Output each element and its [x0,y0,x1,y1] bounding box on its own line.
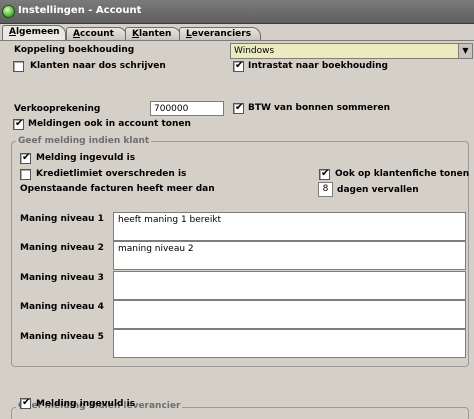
krediet-label: Kredietlimiet overschreden is [36,169,187,179]
tab-account[interactable]: Account [66,27,127,41]
tab-algemeen[interactable]: Algemeen [2,25,66,41]
koppeling-value: Windows [234,46,275,56]
tab-leveranciers[interactable]: Leveranciers [179,27,261,41]
klant-ingevuld-label: Melding ingevuld is [36,153,136,163]
klant-ingevuld-checkbox[interactable]: ✔ [20,152,31,164]
meldingen-label: Meldingen ook in account tonen [28,119,191,129]
tab-mnemonic: A [9,27,16,37]
btw-label: BTW van bonnen sommeren [248,103,390,113]
chevron-down-icon[interactable]: ▼ [458,44,472,58]
maning-2-textarea[interactable]: maning niveau 2 [113,241,466,270]
leverancier-ingevuld-label: Melding ingevuld is [36,399,136,409]
window-title: Instellingen - Account [18,5,142,16]
checkmark-icon: ✔ [235,102,244,113]
klant-group-legend: Geef melding indien klant [16,136,152,146]
checkmark-icon: ✔ [321,168,330,179]
maning-5-textarea[interactable] [113,329,466,358]
facturen-days-input[interactable]: 8 [318,182,333,197]
maning-1-label: Maning niveau 1 [20,214,104,224]
tab-klanten[interactable]: Klanten [125,27,181,41]
meldingen-checkbox[interactable]: ✔ [13,118,24,130]
tab-label: ccount [79,29,114,39]
koppeling-label: Koppeling boekhouding [14,45,135,55]
btw-checkbox[interactable]: ✔ [233,102,244,114]
verkooprekening-input[interactable]: 700000 [150,101,224,116]
app-globe-icon [2,5,15,18]
facturen-label: Openstaande facturen heeft meer dan [20,184,215,194]
intrastat-label: Intrastat naar boekhouding [248,61,388,71]
tab-label: lgemeen [15,27,60,37]
algemeen-panel: Koppeling boekhouding Windows ▼ Klanten … [0,41,474,419]
maning-5-label: Maning niveau 5 [20,332,104,342]
tab-label: everanciers [191,29,252,39]
intrastat-checkbox[interactable]: ✔ [233,60,244,72]
checkmark-icon: ✔ [15,118,24,129]
maning-3-textarea[interactable] [113,271,466,300]
tab-mnemonic: A [73,29,80,39]
maning-4-textarea[interactable] [113,300,466,329]
klanten-dos-label: Klanten naar dos schrijven [30,61,166,71]
window-titlebar[interactable]: Instellingen - Account [0,0,474,24]
maning-2-label: Maning niveau 2 [20,243,104,253]
klantenfiche-label: Ook op klantenfiche tonen [335,169,470,179]
maning-4-label: Maning niveau 4 [20,302,104,312]
maning-3-label: Maning niveau 3 [20,273,104,283]
tab-label: lanten [138,29,172,39]
checkmark-icon: ✔ [235,60,244,71]
leverancier-ingevuld-checkbox[interactable]: ✔ [20,397,31,409]
klantenfiche-checkbox[interactable]: ✔ [319,168,330,180]
tab-strip: Algemeen Account Klanten Leveranciers [0,24,474,41]
checkmark-icon: ✔ [22,397,31,408]
checkmark-icon: ✔ [22,152,31,163]
verkooprekening-label: Verkooprekening [14,104,101,114]
dagen-label: dagen vervallen [337,185,419,195]
tab-mnemonic: K [132,29,139,39]
maning-1-textarea[interactable]: heeft maning 1 bereikt [113,212,466,241]
krediet-checkbox[interactable] [20,169,31,180]
koppeling-select[interactable]: Windows ▼ [230,43,473,59]
klanten-dos-checkbox[interactable] [13,61,24,72]
